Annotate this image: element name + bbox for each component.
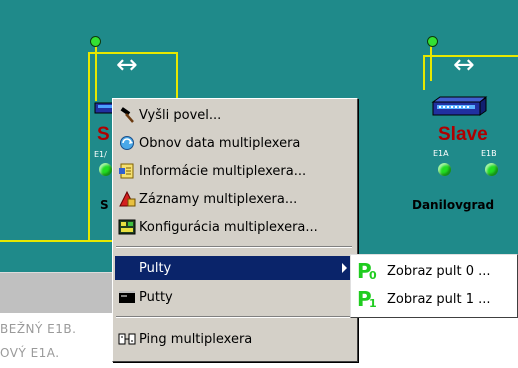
junction-dot[interactable] xyxy=(90,36,101,47)
slave-label: Slave xyxy=(438,124,488,145)
port-led-icon xyxy=(438,163,451,176)
info-icon xyxy=(118,162,136,180)
slave-label: S xyxy=(97,124,110,145)
pulty-submenu: P0 Zobraz pult 0 ... P1 Zobraz pult 1 ..… xyxy=(350,254,518,318)
pult-number: 0 xyxy=(369,269,377,282)
menu-item-label: Vyšli povel... xyxy=(139,107,222,123)
log-icon xyxy=(118,190,136,208)
junction-dot[interactable] xyxy=(427,36,438,47)
port-label-e1a: E1A xyxy=(433,149,449,158)
menu-item-pulty[interactable]: Pulty xyxy=(115,256,353,280)
status-line: OVÝ E1A. xyxy=(0,346,60,360)
menu-item-vysli-povel[interactable]: Vyšli povel... xyxy=(115,103,353,127)
menu-item-ping[interactable]: Ping multiplexera xyxy=(115,327,353,351)
menu-item-label: Ping multiplexera xyxy=(139,331,253,347)
refresh-icon xyxy=(118,134,136,152)
port-label-e1b: E1B xyxy=(481,149,497,158)
context-menu: Vyšli povel... Obnov data multiplexera I… xyxy=(112,98,358,362)
port-led-icon xyxy=(485,163,498,176)
connector-line xyxy=(423,55,425,90)
menu-item-konfiguracia[interactable]: Konfigurácia multiplexera... xyxy=(115,215,353,239)
connector-line xyxy=(430,41,432,81)
menu-item-obnov-data[interactable]: Obnov data multiplexera xyxy=(115,131,353,155)
menu-item-label: Pulty xyxy=(139,260,172,276)
menu-item-label: Záznamy multiplexera... xyxy=(139,191,298,207)
menu-item-zaznamy[interactable]: Záznamy multiplexera... xyxy=(115,187,353,211)
menu-separator xyxy=(116,316,352,318)
config-icon xyxy=(118,218,136,236)
menu-item-label: Informácie multiplexera... xyxy=(139,163,307,179)
ping-icon xyxy=(118,330,136,348)
city-label: Danilovgrad xyxy=(412,198,495,212)
link-arrow-icon: ↔ xyxy=(116,50,138,80)
connector-line xyxy=(95,41,97,101)
city-label: S xyxy=(100,198,109,212)
menu-item-label: Putty xyxy=(139,289,173,305)
submenu-item-label: Zobraz pult 1 ... xyxy=(387,291,491,307)
multiplexer-device-icon[interactable] xyxy=(430,96,488,118)
terminal-icon xyxy=(118,288,136,306)
submenu-item-pult-0[interactable]: P0 Zobraz pult 0 ... xyxy=(353,258,513,284)
submenu-item-pult-1[interactable]: P1 Zobraz pult 1 ... xyxy=(353,286,513,312)
blank-icon xyxy=(118,259,136,277)
menu-separator xyxy=(116,246,352,248)
port-led-icon xyxy=(99,163,112,176)
status-line: BEŽNÝ E1B. xyxy=(0,322,77,336)
menu-item-putty[interactable]: Putty xyxy=(115,285,353,309)
pult-number: 1 xyxy=(369,297,377,310)
connector-line xyxy=(88,52,90,240)
connector-line xyxy=(176,52,178,102)
connector-line xyxy=(0,240,112,242)
hammer-icon xyxy=(118,106,136,124)
link-arrow-icon: ↔ xyxy=(453,50,475,80)
menu-item-label: Obnov data multiplexera xyxy=(139,135,301,151)
submenu-arrow-icon xyxy=(342,263,347,273)
pult-icon: P0 xyxy=(357,261,381,282)
menu-item-label: Konfigurácia multiplexera... xyxy=(139,219,318,235)
menu-item-informacie[interactable]: Informácie multiplexera... xyxy=(115,159,353,183)
port-label: E1/ xyxy=(94,150,107,159)
submenu-item-label: Zobraz pult 0 ... xyxy=(387,263,491,279)
pult-icon: P1 xyxy=(357,289,381,310)
